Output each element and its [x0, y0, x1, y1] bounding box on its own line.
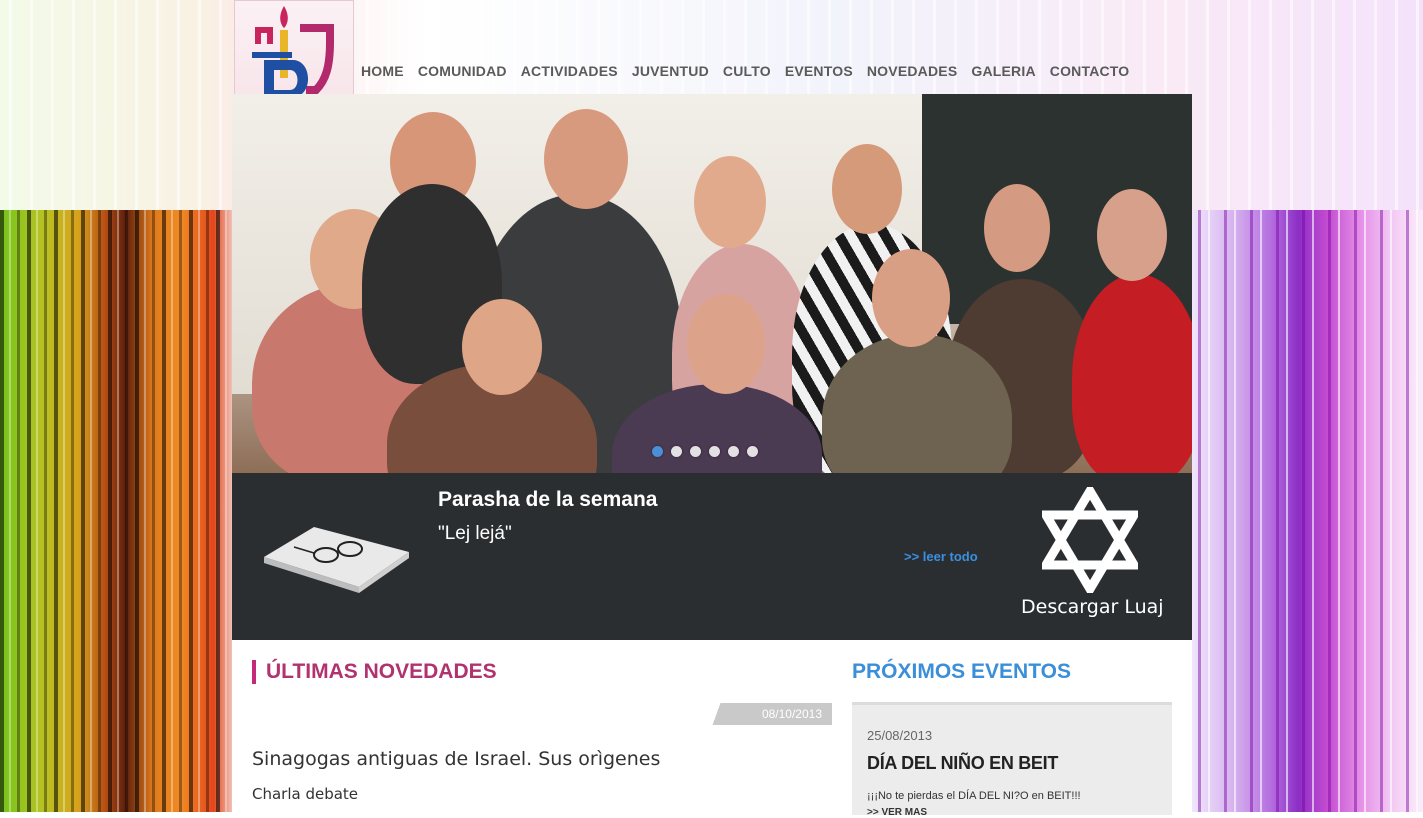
- read-more-link[interactable]: >> leer todo: [904, 549, 978, 564]
- event-more-link[interactable]: >> VER MAS: [867, 807, 927, 818]
- parasha-title: Parasha de la semana: [438, 488, 658, 511]
- person-silhouette: [1072, 274, 1192, 473]
- slider-dot-3[interactable]: [690, 446, 701, 457]
- slider-pagination: [652, 446, 758, 457]
- event-title-link[interactable]: DÍA DEL NIÑO EN BEIT: [867, 753, 1058, 774]
- nav-contacto[interactable]: CONTACTO: [1043, 58, 1137, 86]
- nav-novedades[interactable]: NOVEDADES: [860, 58, 964, 86]
- news-heading: ÚLTIMAS NOVEDADES: [252, 660, 497, 684]
- person-face: [984, 184, 1050, 272]
- events-heading: PRÓXIMOS EVENTOS: [852, 660, 1071, 683]
- person-face: [872, 249, 950, 347]
- parasha-name: "Lej lejá": [438, 523, 512, 544]
- nav-galeria[interactable]: GALERIA: [964, 58, 1042, 86]
- person-face: [687, 294, 765, 394]
- news-date-badge: 08/10/2013: [712, 703, 832, 725]
- nav-home[interactable]: HOME: [354, 58, 411, 86]
- main-nav: HOME COMUNIDAD ACTIVIDADES JUVENTUD CULT…: [354, 58, 1136, 86]
- content-area: ÚLTIMAS NOVEDADES 08/10/2013 Sinagogas a…: [232, 640, 1192, 818]
- nav-culto[interactable]: CULTO: [716, 58, 778, 86]
- download-luaj-link[interactable]: Descargar Luaj: [1021, 596, 1164, 618]
- person-face: [1097, 189, 1167, 281]
- parasha-panel: Parasha de la semana "Lej lejá" >> leer …: [232, 473, 1192, 640]
- background-right-stripes: [1192, 210, 1423, 812]
- nav-eventos[interactable]: EVENTOS: [778, 58, 860, 86]
- nav-juventud[interactable]: JUVENTUD: [625, 58, 716, 86]
- background-left-stripes: [0, 210, 232, 812]
- star-of-david-icon[interactable]: [1042, 487, 1138, 593]
- book-glasses-icon: [264, 527, 409, 593]
- slider-dot-4[interactable]: [709, 446, 720, 457]
- slider-dot-6[interactable]: [747, 446, 758, 457]
- hero-slider-image[interactable]: [232, 94, 1192, 473]
- person-face: [544, 109, 628, 209]
- person-face: [694, 156, 766, 248]
- news-subtitle: Charla debate: [252, 785, 359, 803]
- event-card: 25/08/2013 DÍA DEL NIÑO EN BEIT ¡¡¡No te…: [852, 702, 1172, 818]
- person-face: [462, 299, 542, 395]
- event-date: 25/08/2013: [867, 728, 933, 743]
- person-face: [832, 144, 902, 234]
- nav-comunidad[interactable]: COMUNIDAD: [411, 58, 514, 86]
- news-title-link[interactable]: Sinagogas antiguas de Israel. Sus orìgen…: [252, 748, 660, 770]
- nav-actividades[interactable]: ACTIVIDADES: [514, 58, 625, 86]
- event-description: ¡¡¡No te pierdas el DÍA DEL NI?O en BEIT…: [867, 790, 1081, 802]
- slider-dot-1[interactable]: [652, 446, 663, 457]
- slider-dot-5[interactable]: [728, 446, 739, 457]
- slider-dot-2[interactable]: [671, 446, 682, 457]
